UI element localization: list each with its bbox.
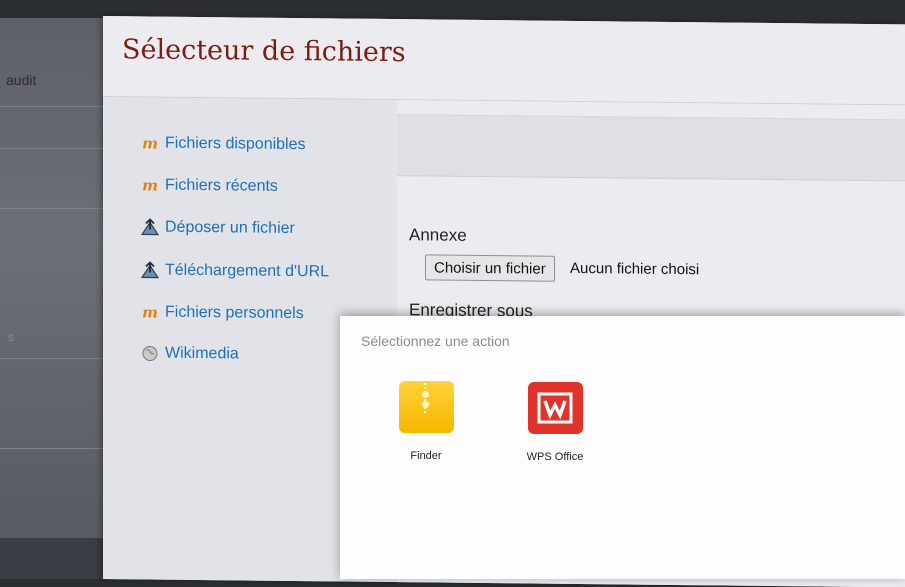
divider xyxy=(0,106,110,107)
background-bottom-bar xyxy=(0,538,110,579)
repo-label: Téléchargement d'URL xyxy=(165,261,330,281)
app-label: Finder xyxy=(410,450,442,462)
divider xyxy=(0,358,110,359)
background-page: audit s xyxy=(0,18,120,579)
upload-icon xyxy=(139,218,161,236)
repo-label: Déposer un fichier xyxy=(165,218,295,238)
moodle-icon: m xyxy=(142,303,158,322)
repo-recent-files[interactable]: m Fichiers récents xyxy=(139,173,278,198)
moodle-icon: m xyxy=(142,176,158,195)
repo-upload-file[interactable]: Déposer un fichier xyxy=(139,215,295,241)
globe-icon xyxy=(139,344,161,362)
chooser-title: Sélectionnez une action xyxy=(361,333,510,349)
dialog-header: Sélecteur de fichiers xyxy=(103,16,905,106)
divider xyxy=(0,148,110,149)
repo-label: Fichiers récents xyxy=(165,176,278,195)
attachment-label: Annexe xyxy=(409,225,467,245)
divider xyxy=(0,208,110,209)
upload-icon xyxy=(139,261,161,279)
finder-icon xyxy=(398,381,454,433)
panel-toolbar xyxy=(397,114,905,182)
repo-label: Wikimedia xyxy=(165,344,239,363)
background-label: audit xyxy=(6,72,37,88)
background-hint: s xyxy=(8,330,14,344)
wps-office-icon xyxy=(527,382,583,434)
repo-label: Fichiers personnels xyxy=(165,303,304,323)
moodle-icon: m xyxy=(142,134,158,153)
action-chooser-sheet: Sélectionnez une action Finder WPS Offic… xyxy=(340,316,905,579)
choose-file-button[interactable]: Choisir un fichier xyxy=(425,254,555,282)
repo-url-download[interactable]: Téléchargement d'URL xyxy=(139,258,329,284)
dialog-title: Sélecteur de fichiers xyxy=(122,34,406,69)
app-finder[interactable]: Finder xyxy=(376,381,476,462)
repo-available-files[interactable]: m Fichiers disponibles xyxy=(139,131,306,157)
repo-personal-files[interactable]: m Fichiers personnels xyxy=(139,300,304,326)
no-file-chosen-text: Aucun fichier choisi xyxy=(570,259,700,279)
divider xyxy=(0,448,110,449)
repo-wikimedia[interactable]: Wikimedia xyxy=(139,341,239,366)
app-wps-office[interactable]: WPS Office xyxy=(505,382,605,463)
repo-label: Fichiers disponibles xyxy=(165,134,306,154)
app-label: WPS Office xyxy=(526,451,584,463)
